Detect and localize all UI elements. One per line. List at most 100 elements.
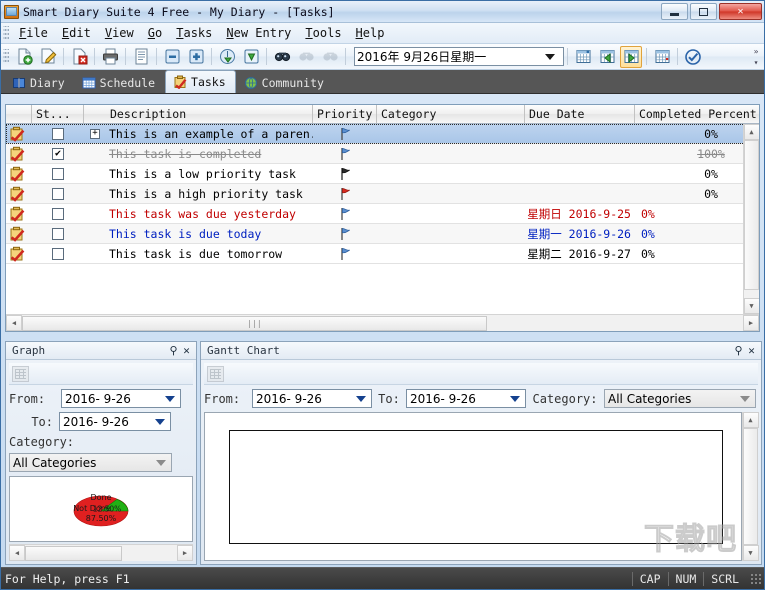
graph-to-combo[interactable]: 2016- 9-26 <box>59 412 171 431</box>
day-view-icon[interactable] <box>572 46 594 68</box>
table-row[interactable]: This is a low priority task 0% <box>6 164 759 184</box>
task-status-checkbox[interactable] <box>52 247 64 260</box>
column-header-status[interactable]: St... <box>32 105 84 123</box>
find-icon[interactable] <box>271 46 293 68</box>
new-entry-icon[interactable] <box>13 46 35 68</box>
tab-community[interactable]: Community <box>237 72 333 93</box>
graph-scroll-left-button[interactable]: ◀ <box>9 545 25 561</box>
gantt-plot-area[interactable]: 下载吧 <box>204 412 742 561</box>
next-period-icon[interactable] <box>620 45 642 68</box>
maximize-button[interactable] <box>690 3 717 20</box>
graph-hscrollbar[interactable]: ◀ ▶ <box>9 544 193 561</box>
close-button[interactable]: ✕ <box>719 3 762 20</box>
scroll-up-button[interactable]: ▲ <box>743 124 759 140</box>
prev-period-icon[interactable] <box>596 46 618 68</box>
task-status-checkbox[interactable]: ✔ <box>52 147 64 160</box>
graph-scroll-right-button[interactable]: ▶ <box>177 545 193 561</box>
toolbar-separator <box>125 48 126 65</box>
table-row[interactable]: This task is due today 星期一 2016-9-26 0% <box>6 224 759 244</box>
table-row[interactable]: This task is due tomorrow 星期二 2016-9-27 … <box>6 244 759 264</box>
table-row[interactable]: This is a high priority task 0% <box>6 184 759 204</box>
task-list-hscrollbar[interactable]: ◀ ||| ▶ <box>6 314 759 331</box>
table-row[interactable]: ✔ This task is completed 100% <box>6 144 759 164</box>
task-status-checkbox[interactable] <box>52 167 64 180</box>
scroll-right-button[interactable]: ▶ <box>743 315 759 331</box>
close-icon[interactable]: ✕ <box>745 345 758 356</box>
pin-icon[interactable]: ⚲ <box>732 345 745 356</box>
chevron-down-icon[interactable] <box>165 395 175 402</box>
table-row[interactable]: This task was due yesterday 星期日 2016-9-2… <box>6 204 759 224</box>
tab-schedule[interactable]: Schedule <box>75 72 164 93</box>
menu-grip[interactable] <box>3 25 9 41</box>
task-list[interactable]: St... Description Priority Category Due … <box>5 104 760 332</box>
task-status-checkbox[interactable] <box>52 187 64 200</box>
menu-tasks[interactable]: Tasks <box>169 24 219 42</box>
toolbar-separator <box>156 48 157 65</box>
menu-edit[interactable]: Edit <box>55 24 98 42</box>
gantt-vscrollbar[interactable]: ▲ ▼ <box>742 412 759 561</box>
delete-entry-icon[interactable] <box>68 46 90 68</box>
gantt-to-combo[interactable]: 2016- 9-26 <box>406 389 526 408</box>
import-icon[interactable] <box>216 46 238 68</box>
menu-go[interactable]: Go <box>141 24 169 42</box>
resize-grip[interactable] <box>750 572 762 585</box>
column-header-due-date[interactable]: Due Date <box>525 105 635 123</box>
menu-tools[interactable]: Tools <box>298 24 348 42</box>
scroll-down-button[interactable]: ▼ <box>743 298 759 314</box>
table-row[interactable]: + This is an example of a paren... 0% <box>6 124 759 144</box>
gantt-scroll-up-button[interactable]: ▲ <box>742 412 759 428</box>
task-status-checkbox[interactable] <box>52 207 64 220</box>
toolbar-grip[interactable] <box>3 49 9 64</box>
tab-diary[interactable]: Diary <box>5 72 74 93</box>
properties-icon[interactable] <box>130 46 152 68</box>
column-header-completed-percent[interactable]: Completed Percent <box>635 105 764 123</box>
column-header-category[interactable]: Category <box>377 105 525 123</box>
column-header-icon[interactable] <box>6 105 32 123</box>
chevron-down-icon[interactable] <box>356 395 366 402</box>
date-combo[interactable]: 2016年 9月26日星期一 <box>354 47 564 66</box>
find-next-icon[interactable] <box>319 46 341 68</box>
vscroll-thumb[interactable] <box>744 140 759 290</box>
menu-help[interactable]: Help <box>349 24 392 42</box>
tasks-check-icon[interactable] <box>682 46 704 68</box>
hscroll-thumb[interactable]: ||| <box>22 315 487 331</box>
graph-hscroll-thumb[interactable] <box>25 545 122 561</box>
task-list-rows[interactable]: + This is an example of a paren... 0% ✔ … <box>6 124 759 314</box>
month-view-icon[interactable] <box>651 46 673 68</box>
graph-category-combo[interactable]: All Categories <box>9 453 172 472</box>
expand-icon[interactable] <box>185 46 207 68</box>
gantt-from-combo[interactable]: 2016- 9-26 <box>252 389 372 408</box>
menu-view[interactable]: View <box>98 24 141 42</box>
minimize-button[interactable] <box>661 3 688 20</box>
expander-plus-icon[interactable]: + <box>90 128 100 139</box>
pin-icon[interactable]: ⚲ <box>167 345 180 356</box>
graph-from-combo[interactable]: 2016- 9-26 <box>61 389 181 408</box>
task-status-checkbox[interactable] <box>52 127 64 140</box>
find-prev-icon[interactable] <box>295 46 317 68</box>
chevron-down-icon[interactable] <box>740 395 750 402</box>
gantt-scroll-down-button[interactable]: ▼ <box>742 545 759 561</box>
column-header-description[interactable]: Description <box>106 105 313 123</box>
export-icon[interactable] <box>240 46 262 68</box>
scroll-left-button[interactable]: ◀ <box>6 315 22 331</box>
graph-plot-area[interactable]: Done Not Done 12.50% 87.50% <box>9 476 193 542</box>
chevron-down-icon[interactable] <box>545 53 555 60</box>
gantt-category-combo[interactable]: All Categories <box>604 389 756 408</box>
toolbar-overflow-button[interactable]: » ▾ <box>750 46 762 68</box>
task-status-checkbox[interactable] <box>52 227 64 240</box>
gantt-vscroll-thumb[interactable] <box>743 428 758 545</box>
chevron-down-icon[interactable] <box>155 418 165 425</box>
column-header-priority[interactable]: Priority <box>313 105 377 123</box>
table-grid-icon[interactable] <box>207 365 224 382</box>
collapse-icon[interactable] <box>161 46 183 68</box>
table-grid-icon[interactable] <box>12 365 29 382</box>
menu-new-entry[interactable]: New Entry <box>219 24 298 42</box>
tab-tasks[interactable]: Tasks <box>165 70 236 93</box>
print-icon[interactable] <box>99 46 121 68</box>
task-list-vscrollbar[interactable]: ▲ ▼ <box>743 124 759 314</box>
close-icon[interactable]: ✕ <box>180 345 193 356</box>
menu-file[interactable]: File <box>12 24 55 42</box>
chevron-down-icon[interactable] <box>156 459 166 466</box>
edit-entry-icon[interactable] <box>37 46 59 68</box>
chevron-down-icon[interactable] <box>510 395 520 402</box>
